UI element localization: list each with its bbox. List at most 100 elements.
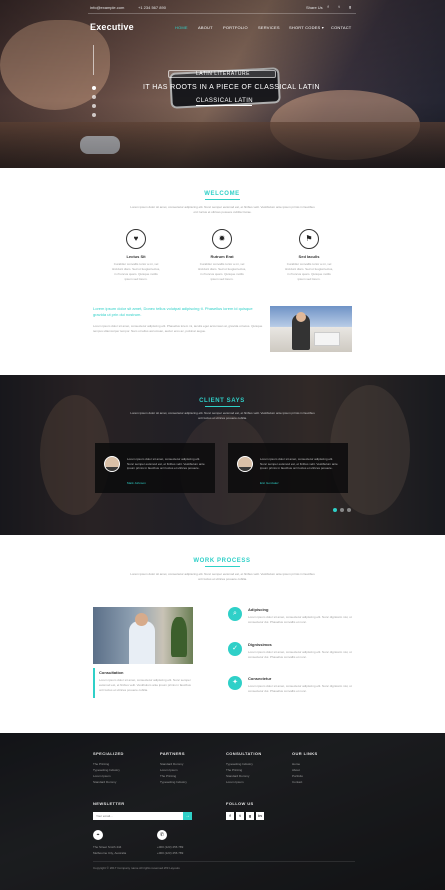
feature-title: Lectus Sit [126,254,146,259]
footer-divider [93,861,355,862]
clients-intro: Lorem ipsum dolor sit amet, consectetur … [130,411,315,420]
hero-subtitle: CLASSICAL LATIN [196,98,254,104]
topbar-divider [88,13,356,14]
footer-link[interactable]: Portfolio [292,774,303,778]
copyright-text: Copyright © 2017 Company name All rights… [93,866,180,870]
slider-dot[interactable] [92,95,96,99]
newsletter-email-input[interactable] [93,812,183,820]
facebook-icon[interactable]: f [226,812,234,820]
linkedin-icon[interactable]: in [256,812,264,820]
follow-title: FOLLOW US [226,801,254,806]
nav-about[interactable]: ABOUT [198,25,213,30]
twitter-icon[interactable]: t [336,4,342,10]
testimonial-card: Lorem ipsum dolor sit amet, consectetur … [228,443,348,493]
facebook-icon[interactable]: f [325,4,331,10]
newsletter-title: NEWSLETTER [93,801,125,806]
testimonial-author: Eric Gonzalez [260,481,279,485]
footer-phone-line: +000 (123) 456 789 [157,851,184,855]
footer-column-title: CONSULTATION [226,751,262,756]
carousel-dot[interactable] [347,508,351,512]
footer-link[interactable]: Typesetting Industry [226,762,253,766]
heading-underline [205,199,240,200]
footer-link[interactable]: The Printing [93,762,109,766]
carousel-dot[interactable] [340,508,344,512]
footer-link[interactable]: About [292,768,300,772]
heart-icon: ♥ [126,229,146,249]
welcome-body-text: Lorem ipsum dolor sit amet, consectetur … [93,324,263,333]
feature-text: Curabitur convallis tortor a mi, vel tin… [284,262,334,281]
step-title: Dignissimos [248,642,272,647]
slider-dot[interactable] [92,104,96,108]
hero-kicker: LATIN LITERATURE [196,71,250,77]
footer-column-title: OUR LINKS [292,751,318,756]
footer-link[interactable]: Standard Dummy [93,780,116,784]
clients-heading: CLIENT SAYS [199,398,245,404]
slider-dot[interactable] [92,86,96,90]
search-icon: ⌕ [228,607,242,621]
footer-link[interactable]: Standard Dummy [226,774,249,778]
footer-link[interactable]: Typesetting Industry [93,768,120,772]
step-text: Lorem ipsum dolor sit amet, consectetur … [248,615,352,624]
footer-column-title: SPECIALIZED [93,751,124,756]
footer-column-title: PARTNERS [160,751,185,756]
topbar-phone: +1 234 567 890 [138,5,166,10]
consultation-photo [93,607,193,664]
phone-icon: ✆ [157,830,167,840]
slider-dot[interactable] [92,113,96,117]
flag-icon: ⚑ [299,229,319,249]
map-marker-icon: ⌖ [93,830,103,840]
heading-underline [205,406,240,407]
footer-link[interactable]: Lorem Ipsum [160,768,178,772]
footer-link[interactable]: Contact [292,780,302,784]
avatar [237,456,253,472]
feature-title: Sed Iaculis [298,254,320,259]
testimonial-author: Mark Johnson [127,481,146,485]
footer-link[interactable]: The Printing [226,768,242,772]
nav-home[interactable]: HOME [175,25,188,30]
consultation-title: Consultation [99,670,124,675]
google-plus-icon[interactable]: g [246,812,254,820]
testimonial-card: Lorem ipsum dolor sit amet, consectetur … [95,443,215,493]
twitter-icon[interactable]: t [236,812,244,820]
welcome-intro: Lorem ipsum dolor sit amet, consectetur … [130,205,315,214]
newsletter-submit-button[interactable]: → [183,812,192,820]
step-title: Adipiscing [248,607,269,612]
step-text: Lorem ipsum dolor sit amet, consectetur … [248,650,352,659]
hero-subtitle-underline [196,105,252,106]
avatar [104,456,120,472]
sun-icon: ✹ [212,229,232,249]
carousel-dot[interactable] [333,508,337,512]
step-text: Lorem ipsum dolor sit amet, consectetur … [248,684,352,693]
footer-address-line: The Street Smith 444 [93,845,122,849]
feature-title: Rutrum Erat [210,254,234,259]
testimonial-text: Lorem ipsum dolor sit amet, consectetur … [260,457,338,470]
heading-underline [205,566,240,567]
feature-text: Curabitur convallis tortor a mi, vel tin… [111,262,161,281]
footer-link[interactable]: Home [292,762,300,766]
compass-icon: ✦ [228,676,242,690]
feature-text: Curabitur convallis tortor a mi, vel tin… [197,262,247,281]
footer-link[interactable]: Typesetting Industry [160,780,187,784]
footer-link[interactable]: Standard Dummy [160,762,183,766]
process-heading: WORK PROCESS [193,558,251,564]
share-label: Share Us [306,5,323,10]
google-plus-icon[interactable]: g [347,4,353,10]
nav-contact[interactable]: CONTACT [331,25,351,30]
topbar-email[interactable]: info@example.com [90,5,124,10]
footer-link[interactable]: Lorem Ipsum [93,774,111,778]
nav-short-codes[interactable]: SHORT CODES ▾ [289,25,324,30]
footer-phone-line: +000 (123) 456 789 [157,845,184,849]
welcome-heading: WELCOME [204,191,240,197]
process-intro: Lorem ipsum dolor sit amet, consectetur … [130,572,315,581]
footer-link[interactable]: Lorem Ipsum [226,780,244,784]
testimonial-text: Lorem ipsum dolor sit amet, consectetur … [127,457,205,470]
step-title: Consectetur [248,676,272,681]
nav-portfolio[interactable]: PORTFOLIO [223,25,248,30]
footer-link[interactable]: The Printing [160,774,176,778]
consultation-accent-bar [93,668,95,698]
welcome-photo [270,306,352,352]
nav-services[interactable]: SERVICES [258,25,280,30]
site-logo[interactable]: Executive [90,22,134,32]
consultation-text: Lorem ipsum dolor sit amet, consectetur … [99,678,191,692]
welcome-lead-text: Lorem ipsum dolor sit amet, Donec tellus… [93,306,253,317]
